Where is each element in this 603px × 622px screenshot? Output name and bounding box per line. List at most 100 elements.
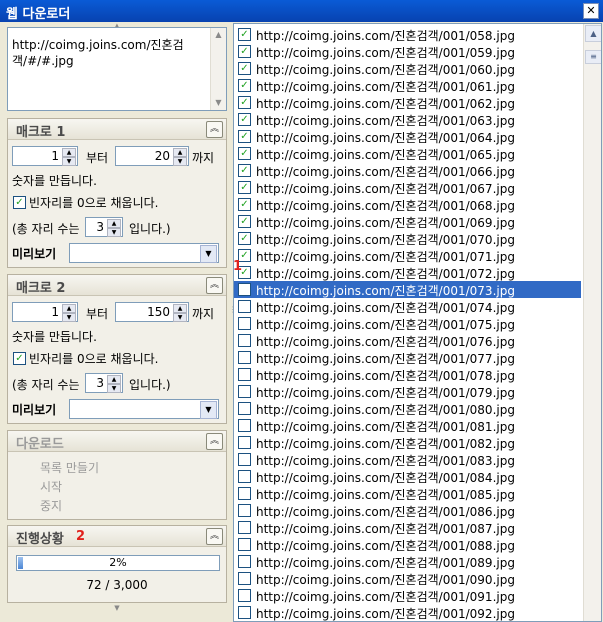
progress-header[interactable]: 진행상황 2 ︽ xyxy=(8,526,226,547)
list-item-checkbox[interactable]: ✓ xyxy=(238,79,251,92)
list-item[interactable]: http://coimg.joins.com/진혼검객/001/091.jpg xyxy=(234,587,581,604)
list-item[interactable]: ✓ http://coimg.joins.com/진혼검객/001/062.jpg xyxy=(234,94,581,111)
list-item-checkbox[interactable]: ✓ xyxy=(238,45,251,58)
list-item-checkbox[interactable]: ✓ xyxy=(238,96,251,109)
list-item[interactable]: ✓ http://coimg.joins.com/진혼검객/001/067.jpg xyxy=(234,179,581,196)
list-item-checkbox[interactable] xyxy=(238,538,251,551)
make-list-button[interactable]: 목록 만들기 xyxy=(40,459,99,476)
list-item-checkbox[interactable] xyxy=(238,487,251,500)
spin-up-icon[interactable]: ▲ xyxy=(107,219,121,228)
macro1-from-stepper[interactable]: 1 ▲ ▼ xyxy=(12,146,78,166)
scroll-up-icon[interactable]: ▲ xyxy=(211,28,226,42)
list-item-checkbox[interactable]: ✓ xyxy=(238,147,251,160)
list-item[interactable]: ✓ http://coimg.joins.com/진혼검객/001/060.jpg xyxy=(234,60,581,77)
list-item-checkbox[interactable] xyxy=(238,300,251,313)
list-item-checkbox[interactable]: ✓ xyxy=(238,113,251,126)
list-item-checkbox[interactable]: ✓ xyxy=(238,28,251,41)
list-item-checkbox[interactable] xyxy=(238,419,251,432)
download-collapse-icon[interactable]: ︽ xyxy=(206,433,223,450)
list-item-checkbox[interactable] xyxy=(238,351,251,364)
list-item[interactable]: ✓ http://coimg.joins.com/진혼검객/001/066.jpg xyxy=(234,162,581,179)
list-item-checkbox[interactable] xyxy=(238,283,251,296)
list-item[interactable]: http://coimg.joins.com/진혼검객/001/076.jpg xyxy=(234,332,581,349)
list-item[interactable]: ✓ http://coimg.joins.com/진혼검객/001/065.jpg xyxy=(234,145,581,162)
list-item[interactable]: http://coimg.joins.com/진혼검객/001/075.jpg xyxy=(234,315,581,332)
list-item[interactable]: http://coimg.joins.com/진혼검객/001/086.jpg xyxy=(234,502,581,519)
list-item[interactable]: http://coimg.joins.com/진혼검객/001/082.jpg xyxy=(234,434,581,451)
list-item[interactable]: http://coimg.joins.com/진혼검객/001/079.jpg xyxy=(234,383,581,400)
list-item-checkbox[interactable] xyxy=(238,572,251,585)
list-item-checkbox[interactable] xyxy=(238,385,251,398)
list-item[interactable]: ✓ http://coimg.joins.com/진혼검객/001/063.jpg xyxy=(234,111,581,128)
macro1-header[interactable]: 매크로 1 ︽ xyxy=(8,119,226,140)
list-item-checkbox[interactable] xyxy=(238,470,251,483)
macro1-zero-fill-checkbox[interactable]: ✓ xyxy=(13,196,26,209)
list-item[interactable]: http://coimg.joins.com/진혼검객/001/084.jpg xyxy=(234,468,581,485)
list-item[interactable]: ✓ http://coimg.joins.com/진혼검객/001/069.jpg xyxy=(234,213,581,230)
download-header[interactable]: 다운로드 ︽ xyxy=(8,431,226,452)
list-item-checkbox[interactable]: ✓ xyxy=(238,232,251,245)
scroll-up-icon[interactable]: ▲ xyxy=(585,25,601,42)
list-item[interactable]: http://coimg.joins.com/진혼검객/001/089.jpg xyxy=(234,553,581,570)
list-item[interactable]: ✓ http://coimg.joins.com/진혼검객/001/072.jpg xyxy=(234,264,581,281)
list-item-checkbox[interactable] xyxy=(238,504,251,517)
list-item[interactable]: http://coimg.joins.com/진혼검객/001/088.jpg xyxy=(234,536,581,553)
spin-down-icon[interactable]: ▼ xyxy=(173,313,187,322)
list-item-checkbox[interactable] xyxy=(238,521,251,534)
collapse-bottom-grip-icon[interactable]: ▼ xyxy=(8,605,226,612)
spin-up-icon[interactable]: ▲ xyxy=(173,148,187,157)
list-item[interactable]: ✓ http://coimg.joins.com/진혼검객/001/059.jpg xyxy=(234,43,581,60)
list-item[interactable]: ✓ http://coimg.joins.com/진혼검객/001/071.jpg xyxy=(234,247,581,264)
list-item[interactable]: http://coimg.joins.com/진혼검객/001/085.jpg xyxy=(234,485,581,502)
macro2-collapse-icon[interactable]: ︽ xyxy=(206,277,223,294)
close-icon[interactable]: ✕ xyxy=(583,3,599,19)
spin-down-icon[interactable]: ▼ xyxy=(62,313,76,322)
spin-down-icon[interactable]: ▼ xyxy=(107,384,121,393)
list-scrollbar[interactable]: ▲ ≡ xyxy=(583,24,601,621)
list-item[interactable]: ✓ http://coimg.joins.com/진혼검객/001/058.jpg xyxy=(234,26,581,43)
scroll-thumb[interactable]: ≡ xyxy=(585,50,601,64)
macro1-collapse-icon[interactable]: ︽ xyxy=(206,121,223,138)
spin-down-icon[interactable]: ▼ xyxy=(107,228,121,237)
macro2-to-stepper[interactable]: 150 ▲ ▼ xyxy=(115,302,189,322)
list-item-checkbox[interactable] xyxy=(238,589,251,602)
list-item[interactable]: http://coimg.joins.com/진혼검객/001/080.jpg xyxy=(234,400,581,417)
list-item-checkbox[interactable] xyxy=(238,453,251,466)
list-item[interactable]: http://coimg.joins.com/진혼검객/001/087.jpg xyxy=(234,519,581,536)
progress-collapse-icon[interactable]: ︽ xyxy=(206,528,223,545)
list-item[interactable]: http://coimg.joins.com/진혼검객/001/092.jpg xyxy=(234,604,581,621)
list-item-checkbox[interactable] xyxy=(238,555,251,568)
list-item[interactable]: http://coimg.joins.com/진혼검객/001/090.jpg xyxy=(234,570,581,587)
macro2-header[interactable]: 매크로 2 ︽ xyxy=(8,275,226,296)
macro2-zero-fill-checkbox[interactable]: ✓ xyxy=(13,352,26,365)
url-scrollbar[interactable]: ▲ ▼ xyxy=(210,28,226,110)
start-button[interactable]: 시작 xyxy=(40,478,62,495)
macro2-preview-combo[interactable]: ▼ xyxy=(69,399,219,419)
spin-down-icon[interactable]: ▼ xyxy=(173,157,187,166)
macro1-digits-stepper[interactable]: 3 ▲ ▼ xyxy=(85,217,123,237)
list-item-checkbox[interactable] xyxy=(238,334,251,347)
spin-up-icon[interactable]: ▲ xyxy=(62,148,76,157)
list-item[interactable]: http://coimg.joins.com/진혼검객/001/081.jpg xyxy=(234,417,581,434)
list-item[interactable]: http://coimg.joins.com/진혼검객/001/078.jpg xyxy=(234,366,581,383)
list-item-checkbox[interactable]: ✓ xyxy=(238,130,251,143)
macro2-from-stepper[interactable]: 1 ▲ ▼ xyxy=(12,302,78,322)
macro1-preview-combo[interactable]: ▼ xyxy=(69,243,219,263)
list-item[interactable]: http://coimg.joins.com/진혼검객/001/073.jpg xyxy=(234,281,581,298)
list-item-checkbox[interactable]: ✓ xyxy=(238,198,251,211)
list-item-checkbox[interactable]: ✓ xyxy=(238,62,251,75)
list-item[interactable]: http://coimg.joins.com/진혼검객/001/077.jpg xyxy=(234,349,581,366)
list-item[interactable]: ✓ http://coimg.joins.com/진혼검객/001/068.jpg xyxy=(234,196,581,213)
chevron-down-icon[interactable]: ▼ xyxy=(200,245,217,263)
list-item-checkbox[interactable] xyxy=(238,317,251,330)
macro2-digits-stepper[interactable]: 3 ▲ ▼ xyxy=(85,373,123,393)
list-item[interactable]: ✓ http://coimg.joins.com/진혼검객/001/070.jpg xyxy=(234,230,581,247)
list-item[interactable]: ✓ http://coimg.joins.com/진혼검객/001/061.jpg xyxy=(234,77,581,94)
list-item-checkbox[interactable]: ✓ xyxy=(238,181,251,194)
list-item-checkbox[interactable]: ✓ xyxy=(238,215,251,228)
spin-up-icon[interactable]: ▲ xyxy=(62,304,76,313)
spin-up-icon[interactable]: ▲ xyxy=(107,375,121,384)
source-url-textarea[interactable]: http://coimg.joins.com/진혼검객/#/#.jpg ▲ ▼ xyxy=(7,27,227,111)
macro1-to-stepper[interactable]: 20 ▲ ▼ xyxy=(115,146,189,166)
list-item[interactable]: http://coimg.joins.com/진혼검객/001/083.jpg xyxy=(234,451,581,468)
